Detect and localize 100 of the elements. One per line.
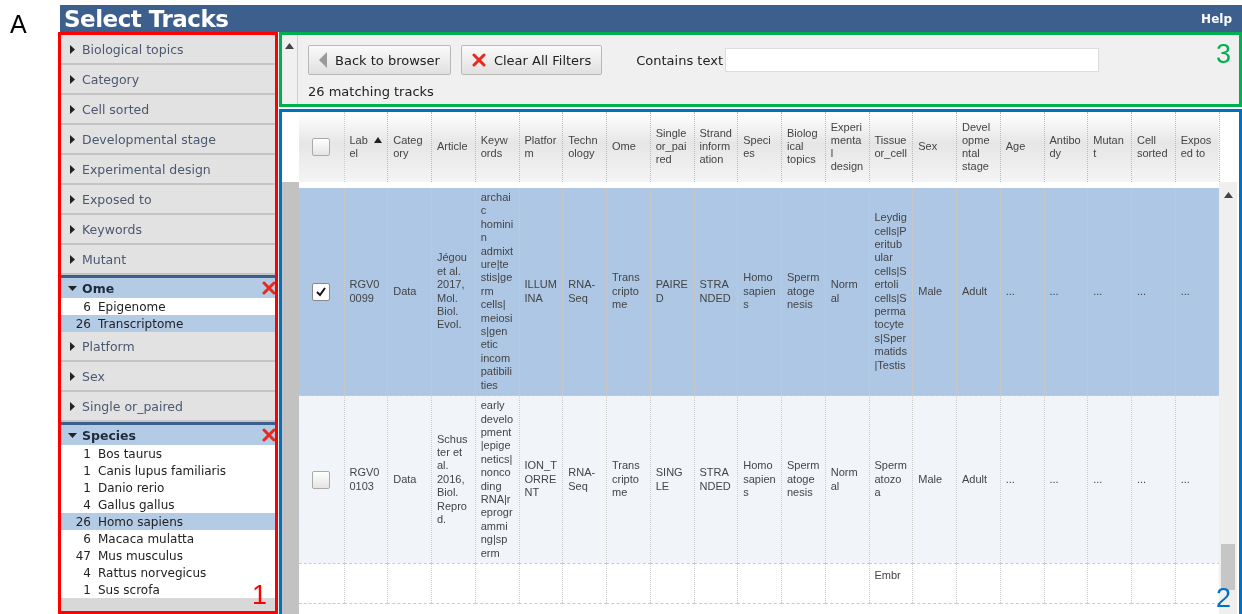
- option-label: Mus musculus: [98, 548, 183, 563]
- option-label: Rattus norvegicus: [98, 565, 207, 580]
- option-label: Sus scrofa: [98, 582, 160, 597]
- option-count: 26: [74, 514, 92, 529]
- facet-header[interactable]: Cell sorted: [61, 95, 275, 125]
- row-checkbox[interactable]: [312, 470, 331, 489]
- expand-triangle-icon: [68, 74, 77, 84]
- facet-option[interactable]: 1 Canis lupus familiaris: [61, 462, 231, 479]
- table-cell: RGV00099: [349, 278, 380, 304]
- search-field[interactable]: [725, 48, 1099, 72]
- option-label: Bos taurus: [98, 446, 163, 461]
- table-cell: RNA-Seq: [568, 466, 596, 492]
- option-count: 1: [82, 480, 92, 495]
- option-count: 1: [82, 463, 92, 478]
- panel-label: A: [10, 12, 27, 37]
- facet-option[interactable]: 47 Mus musculus: [61, 547, 187, 564]
- clear-filter-icon[interactable]: [262, 428, 275, 442]
- facet-header[interactable]: Single or_paired: [61, 392, 275, 422]
- scroll-up-icon[interactable]: [1223, 192, 1233, 198]
- search-label: Contains text: [636, 52, 723, 68]
- table-cell: Homo sapiens: [743, 459, 776, 499]
- facet-option[interactable]: 6 Epigenome: [61, 298, 170, 315]
- help-link[interactable]: Help: [1201, 11, 1232, 26]
- facet-header[interactable]: Category: [61, 65, 275, 95]
- expand-triangle-icon: [68, 254, 77, 264]
- table-cell: Transcriptome: [612, 271, 640, 311]
- option-count: 26: [74, 316, 92, 331]
- expand-triangle-icon: [68, 224, 77, 234]
- collapse-triangle-icon: [68, 430, 77, 440]
- option-label: Epigenome: [98, 299, 166, 314]
- facet-option[interactable]: 1 Danio rerio: [61, 479, 169, 496]
- table-cell: Normal: [830, 278, 858, 304]
- option-label: Homo sapiens: [98, 514, 183, 529]
- facet-option[interactable]: 26 Homo sapiens: [61, 513, 275, 530]
- option-label: Danio rerio: [98, 480, 165, 495]
- table-cell: Embr: [874, 568, 901, 581]
- table-cell: RNA-Seq: [568, 278, 596, 304]
- facet-option[interactable]: 4 Rattus norvegicus: [61, 564, 211, 581]
- clear-filters-button[interactable]: Clear All Filters: [460, 45, 603, 75]
- table-cell: archaic hominin admixture|testis|germ cells|meiosis|genetic incompatibilities: [480, 191, 514, 391]
- table-cell: Adult: [962, 472, 988, 485]
- table-cell: ...: [1180, 472, 1190, 485]
- facet-header[interactable]: Keywords: [61, 215, 275, 245]
- facet-option[interactable]: 1 Sus scrofa: [61, 581, 164, 598]
- facet-header[interactable]: Species: [61, 422, 275, 445]
- option-count: 6: [82, 299, 92, 314]
- scroll-up-icon[interactable]: [285, 43, 294, 49]
- facet-option[interactable]: 4 Gallus gallus: [61, 496, 179, 513]
- facet-option[interactable]: 1 Bos taurus: [61, 445, 167, 462]
- table-row[interactable]: [299, 395, 1219, 564]
- facet-header[interactable]: Biological topics: [61, 35, 275, 65]
- table-cell: ION_TORRENT: [524, 459, 557, 499]
- facet-header[interactable]: Ome: [61, 275, 275, 298]
- facet-header[interactable]: Experimental design: [61, 155, 275, 185]
- table-cell: Spermatozoa: [874, 459, 907, 499]
- scrollbar[interactable]: [1219, 182, 1237, 614]
- option-count: 1: [82, 582, 92, 597]
- table-cell: PAIRED: [655, 278, 688, 304]
- table-cell: ...: [1180, 284, 1190, 297]
- region-label: 3: [1215, 41, 1231, 68]
- expand-triangle-icon: [68, 401, 77, 411]
- facet-header[interactable]: Mutant: [61, 245, 275, 275]
- back-arrow-icon: [319, 52, 327, 68]
- facet-option[interactable]: 26 Transcriptome: [61, 315, 275, 332]
- table-cell: Homo sapiens: [743, 271, 776, 311]
- table-cell: Male: [918, 284, 943, 297]
- expand-triangle-icon: [68, 194, 77, 204]
- table-cell: SINGLE: [655, 466, 683, 492]
- table-cell: RGV00103: [349, 466, 380, 492]
- facet-header[interactable]: Sex: [61, 362, 275, 392]
- facet-header[interactable]: Exposed to: [61, 185, 275, 215]
- table-cell: ...: [1049, 472, 1059, 485]
- facet-option[interactable]: 6 Macaca mulatta: [61, 530, 199, 547]
- scroll-thumb[interactable]: [1221, 544, 1235, 590]
- table-cell: Schuster et al. 2016, Biol. Reprod.: [437, 432, 468, 526]
- table-cell: Male: [918, 472, 943, 485]
- table-cell: ILLUMINA: [524, 278, 557, 304]
- check-icon: [315, 285, 328, 298]
- clear-filter-icon[interactable]: [262, 281, 275, 295]
- table-cell: early development|epigenetics|noncoding RNA|reprogramming|sperm: [480, 399, 514, 559]
- facet-header[interactable]: Platform: [61, 332, 275, 362]
- table-cell: ...: [1093, 284, 1103, 297]
- close-icon: [471, 53, 486, 67]
- table-cell: STRANDED: [699, 466, 731, 492]
- row-checkbox[interactable]: [312, 282, 331, 301]
- expand-triangle-icon: [68, 104, 77, 114]
- back-button[interactable]: Back to browser: [308, 45, 451, 75]
- table-cell: Spermatogenesis: [787, 271, 820, 311]
- facet-header[interactable]: Developmental stage: [61, 125, 275, 155]
- option-label: Gallus gallus: [98, 497, 175, 512]
- collapse-triangle-icon: [68, 283, 77, 293]
- select-all-checkbox[interactable]: [312, 137, 331, 156]
- match-count: 26 matching tracks: [308, 84, 435, 99]
- table-cell: Transcriptome: [612, 459, 640, 499]
- table-cell: Data: [393, 472, 417, 485]
- table-cell: Data: [393, 284, 417, 297]
- option-label: Transcriptome: [98, 316, 184, 331]
- table-cell: Leydig cells|Peritubular cells|Sertoli cells|Spermatocytes|Spermatids|Testis: [874, 211, 907, 371]
- option-count: 1: [82, 446, 92, 461]
- table-cell: STRANDED: [699, 278, 731, 304]
